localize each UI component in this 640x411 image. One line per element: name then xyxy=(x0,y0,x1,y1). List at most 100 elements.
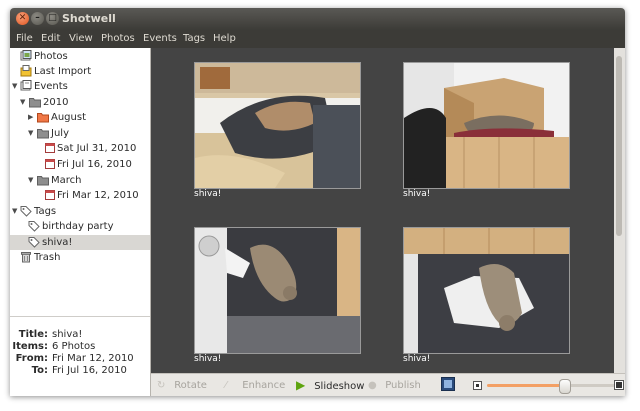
vertical-scrollbar[interactable] xyxy=(614,48,625,373)
sidebar-item-2010[interactable]: ▼ 2010 xyxy=(10,95,150,110)
sidebar-item-july[interactable]: ▼ July xyxy=(10,126,150,141)
info-to-label: To: xyxy=(31,365,48,376)
close-window-button[interactable]: ✕ xyxy=(16,12,29,25)
photos-icon xyxy=(20,50,32,62)
window-title: Shotwell xyxy=(62,12,116,25)
sidebar-item-march[interactable]: ▼ March xyxy=(10,173,150,188)
event-icon xyxy=(44,189,56,201)
photo-thumbnail[interactable] xyxy=(403,227,570,354)
sidebar-item-label: Fri Mar 12, 2010 xyxy=(57,190,139,201)
slideshow-button[interactable]: ▶ Slideshow xyxy=(296,378,364,393)
publish-button[interactable]: ● Publish xyxy=(368,378,421,393)
publish-icon: ● xyxy=(368,380,377,391)
photo-thumbnail[interactable] xyxy=(194,62,361,189)
sidebar-item-label: Photos xyxy=(34,51,68,62)
photo-caption: shiva! xyxy=(403,189,431,199)
photo-thumbnail[interactable] xyxy=(403,62,570,189)
bottom-toolbar: ↻ Rotate ⁄ Enhance ▶ Slideshow ● Publish xyxy=(151,373,625,396)
info-panel: Title: shiva! Items: 6 Photos From: Fri … xyxy=(10,316,150,396)
sidebar-item-fri-mar-12[interactable]: Fri Mar 12, 2010 xyxy=(10,188,150,203)
folder-icon xyxy=(29,96,41,108)
menu-photos[interactable]: Photos xyxy=(101,33,135,44)
folder-icon xyxy=(37,174,49,186)
play-icon: ▶ xyxy=(296,378,306,392)
sidebar-item-august[interactable]: ▶ August xyxy=(10,110,150,125)
menu-edit[interactable]: Edit xyxy=(41,33,60,44)
info-to-value: Fri Jul 16, 2010 xyxy=(52,365,127,376)
import-icon xyxy=(20,65,32,77)
zoom-out-icon[interactable] xyxy=(473,381,482,393)
sidebar-item-sat-jul-31[interactable]: Sat Jul 31, 2010 xyxy=(10,141,150,156)
sidebar-item-shiva[interactable]: shiva! xyxy=(10,235,150,250)
info-items-value: 6 Photos xyxy=(52,341,96,352)
menu-events[interactable]: Events xyxy=(143,33,177,44)
photo-caption: shiva! xyxy=(194,354,222,364)
photo-thumbnail[interactable] xyxy=(194,227,361,354)
folder-icon xyxy=(37,111,49,123)
tag-icon xyxy=(28,236,40,248)
enhance-button[interactable]: ⁄ Enhance xyxy=(225,378,285,393)
rotate-button[interactable]: ↻ Rotate xyxy=(157,378,207,393)
expander-open-icon[interactable]: ▼ xyxy=(12,204,20,219)
expander-open-icon[interactable]: ▼ xyxy=(20,95,28,110)
sidebar-item-photos[interactable]: Photos xyxy=(10,49,150,64)
menu-tags[interactable]: Tags xyxy=(183,33,205,44)
menu-bar: File Edit View Photos Events Tags Help xyxy=(10,30,625,48)
folder-icon xyxy=(37,127,49,139)
expander-open-icon[interactable]: ▼ xyxy=(28,173,36,188)
sidebar-item-label: March xyxy=(51,175,82,186)
expander-closed-icon[interactable]: ▶ xyxy=(28,110,36,125)
library-tree: Photos Last Import ▼ Events ▼ 2010 ▶ Aug… xyxy=(10,48,150,316)
enhance-label: Enhance xyxy=(242,380,286,391)
sidebar-item-birthday-party[interactable]: birthday party xyxy=(10,219,150,234)
zoom-in-icon[interactable] xyxy=(614,380,624,393)
sidebar-item-label: August xyxy=(51,112,86,123)
sidebar-item-label: Fri Jul 16, 2010 xyxy=(57,159,132,170)
expander-open-icon[interactable]: ▼ xyxy=(28,126,36,141)
trash-icon xyxy=(20,251,32,263)
sidebar-item-label: Tags xyxy=(34,206,57,217)
sidebar-item-label: birthday party xyxy=(42,221,114,232)
slideshow-label: Slideshow xyxy=(314,381,365,392)
title-bar: ✕ – □ Shotwell xyxy=(10,8,625,30)
info-title-label: Title: xyxy=(18,329,48,340)
expander-open-icon[interactable]: ▼ xyxy=(12,79,20,94)
rotate-icon: ↻ xyxy=(157,380,166,391)
info-title-value: shiva! xyxy=(52,329,83,340)
sidebar-item-label: Sat Jul 31, 2010 xyxy=(57,143,137,154)
scrollbar-thumb[interactable] xyxy=(616,56,622,236)
fullscreen-icon xyxy=(441,377,455,394)
publish-label: Publish xyxy=(385,380,421,391)
info-from-label: From: xyxy=(15,353,48,364)
photo-grid: shiva! shiva! shiva! shiva! xyxy=(151,48,614,373)
sidebar-item-tags[interactable]: ▼ Tags xyxy=(10,204,150,219)
info-items-label: Items: xyxy=(12,341,48,352)
sidebar-item-label: Events xyxy=(34,81,68,92)
enhance-icon: ⁄ xyxy=(225,380,227,391)
minimize-window-button[interactable]: – xyxy=(31,12,44,25)
zoom-slider-handle[interactable] xyxy=(558,379,571,394)
fullscreen-button[interactable] xyxy=(441,377,455,392)
sidebar-item-label: shiva! xyxy=(42,237,73,248)
sidebar-item-label: Last Import xyxy=(34,66,92,77)
photo-caption: shiva! xyxy=(403,354,431,364)
tag-icon xyxy=(28,220,40,232)
menu-file[interactable]: File xyxy=(16,33,33,44)
sidebar-item-label: Trash xyxy=(34,252,61,263)
sidebar-item-last-import[interactable]: Last Import xyxy=(10,64,150,79)
sidebar-item-label: 2010 xyxy=(43,97,69,108)
zoom-slider-track[interactable] xyxy=(564,384,621,387)
maximize-window-button[interactable]: □ xyxy=(46,12,59,25)
sidebar-item-events[interactable]: ▼ Events xyxy=(10,79,150,94)
sidebar-item-label: July xyxy=(51,128,69,139)
shotwell-window: ✕ – □ Shotwell File Edit View Photos Eve… xyxy=(10,8,625,396)
menu-help[interactable]: Help xyxy=(213,33,236,44)
rotate-label: Rotate xyxy=(174,380,207,391)
info-from-value: Fri Mar 12, 2010 xyxy=(52,353,134,364)
sidebar-item-fri-jul-16[interactable]: Fri Jul 16, 2010 xyxy=(10,157,150,172)
sidebar-item-trash[interactable]: Trash xyxy=(10,250,150,265)
tags-icon xyxy=(20,205,32,217)
events-icon xyxy=(20,80,32,92)
menu-view[interactable]: View xyxy=(69,33,93,44)
event-icon xyxy=(44,142,56,154)
